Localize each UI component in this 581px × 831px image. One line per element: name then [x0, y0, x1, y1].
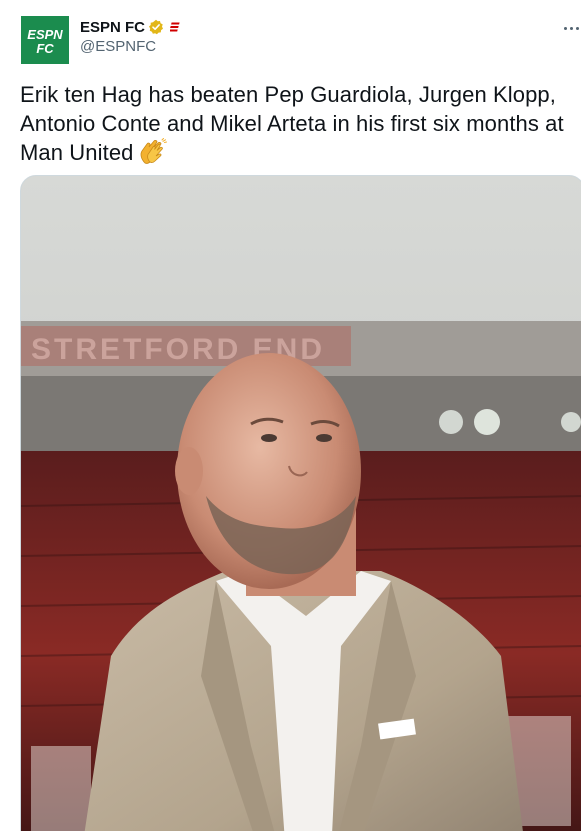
espn-fc-logo: ESPN FC — [21, 16, 69, 64]
name-row: ESPN FC — [80, 17, 182, 37]
avatar[interactable]: ESPN FC — [21, 16, 69, 64]
handle[interactable]: @ESPNFC — [80, 38, 156, 55]
tweet[interactable]: ESPN FC ESPN FC @ESPNFC Erik ten Hag has… — [0, 0, 581, 831]
tweet-text: Erik ten Hag has beaten Pep Guardiola, J… — [20, 80, 575, 167]
espn-label-icon — [170, 21, 182, 33]
photo-erik-ten-hag: STRETFORD END — [21, 176, 581, 831]
avatar-text-top: ESPN — [27, 27, 63, 42]
avatar-text-bottom: FC — [36, 41, 54, 56]
tweet-photo[interactable]: STRETFORD END — [20, 175, 581, 831]
clapping-hands-icon — [138, 138, 168, 166]
more-options-icon[interactable] — [562, 20, 580, 36]
tweet-body: Erik ten Hag has beaten Pep Guardiola, J… — [20, 82, 564, 165]
verified-badge-icon — [148, 19, 164, 35]
display-name[interactable]: ESPN FC — [80, 19, 145, 36]
